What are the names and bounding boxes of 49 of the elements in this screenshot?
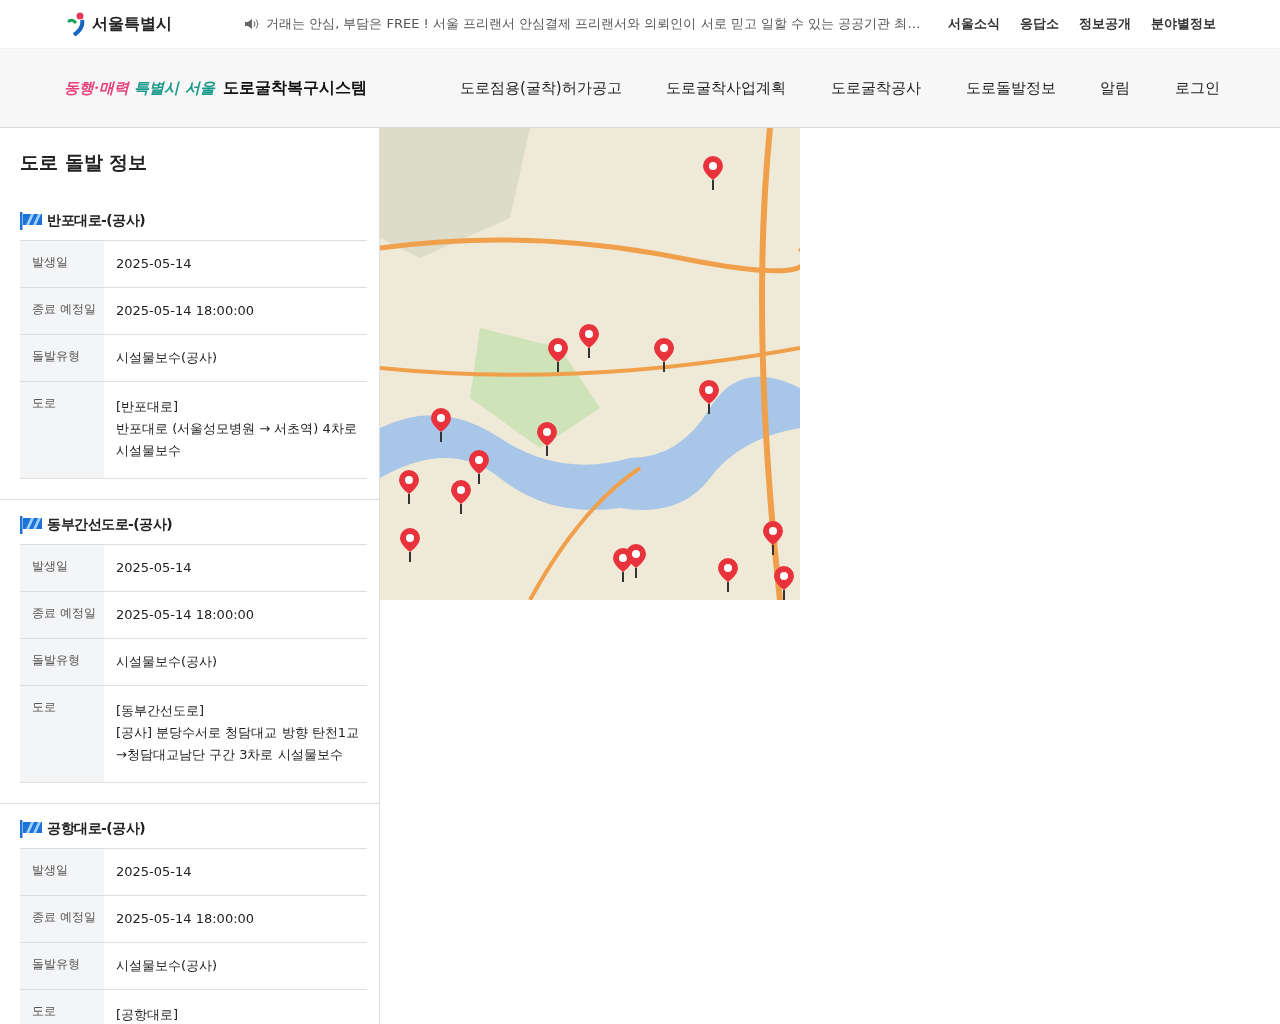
field-value: 2025-05-14 18:00:00 bbox=[116, 910, 256, 928]
field-value: 반포대로 (서울성모병원 → 서초역) 4차로 시설물보수 bbox=[116, 420, 358, 460]
nav-link[interactable]: 도로굴착공사 bbox=[831, 78, 922, 98]
field-value: [동부간선도로] bbox=[116, 702, 206, 720]
field-label: 종료 예정일 bbox=[20, 288, 104, 334]
field-label: 종료 예정일 bbox=[20, 592, 104, 638]
site-logo-link[interactable]: 서울특별시 bbox=[92, 13, 172, 35]
nav-link[interactable]: 알림 bbox=[1100, 78, 1131, 98]
flag-icon bbox=[20, 820, 42, 838]
nav-link[interactable]: 도로돌발정보 bbox=[965, 78, 1056, 98]
top-link[interactable]: 서울소식 bbox=[948, 15, 1000, 33]
field-label: 도로 bbox=[20, 382, 104, 478]
flag-icon bbox=[20, 516, 42, 534]
system-title: 도로굴착복구시스템 bbox=[222, 77, 367, 99]
incident-title: 반포대로-(공사) bbox=[47, 212, 146, 230]
panel-title: 도로 돌발 정보 bbox=[19, 150, 149, 175]
slogan-logo[interactable]: 동행·매력 특별시 서울 bbox=[64, 78, 215, 98]
nav-link[interactable]: 로그인 bbox=[1175, 78, 1220, 98]
field-label: 종료 예정일 bbox=[20, 896, 104, 942]
field-value: 2025-05-14 18:00:00 bbox=[116, 606, 256, 624]
nav-link[interactable]: 도로굴착사업계획 bbox=[666, 78, 787, 98]
incident-title: 동부간선도로-(공사) bbox=[47, 516, 173, 534]
notice-link[interactable]: 거래는 안심, 부담은 FREE ! 서울 프리랜서 안심결제 프리랜서와 의뢰인이 서로 믿고 일할 수 있는 공공기관 최… bbox=[266, 15, 921, 33]
field-label: 돌발유형 bbox=[20, 335, 104, 381]
incident-title: 공항대로-(공사) bbox=[47, 820, 146, 838]
top-link[interactable]: 분야별정보 bbox=[1151, 15, 1216, 33]
field-value: [공항대로] bbox=[116, 1006, 180, 1024]
field-label: 도로 bbox=[20, 990, 104, 1024]
field-label: 돌발유형 bbox=[20, 639, 104, 685]
map-drawing[interactable] bbox=[380, 128, 800, 600]
field-value: [공사] 분당수서로 청담대교 방향 탄천1교→청담대교남단 구간 3차로 시설물보수 bbox=[116, 724, 360, 764]
top-link[interactable]: 정보공개 bbox=[1079, 15, 1131, 33]
speaker-icon bbox=[244, 18, 260, 30]
field-label: 도로 bbox=[20, 686, 104, 782]
nav-link[interactable]: 도로점용(굴착)허가공고 bbox=[460, 78, 622, 98]
field-label: 발생일 bbox=[20, 545, 104, 591]
field-value: 시설물보수(공사) bbox=[116, 349, 219, 367]
field-label: 돌발유형 bbox=[20, 943, 104, 989]
field-label: 발생일 bbox=[20, 849, 104, 895]
field-value: 2025-05-14 18:00:00 bbox=[116, 302, 256, 320]
flag-icon bbox=[20, 212, 42, 230]
field-value: 2025-05-14 bbox=[116, 559, 193, 577]
field-value: [반포대로] bbox=[116, 398, 180, 416]
field-value: 2025-05-14 bbox=[116, 255, 193, 273]
field-value: 시설물보수(공사) bbox=[116, 957, 219, 975]
field-label: 발생일 bbox=[20, 241, 104, 287]
field-value: 시설물보수(공사) bbox=[116, 653, 219, 671]
field-value: 2025-05-14 bbox=[116, 863, 193, 881]
top-link[interactable]: 응답소 bbox=[1020, 15, 1059, 33]
